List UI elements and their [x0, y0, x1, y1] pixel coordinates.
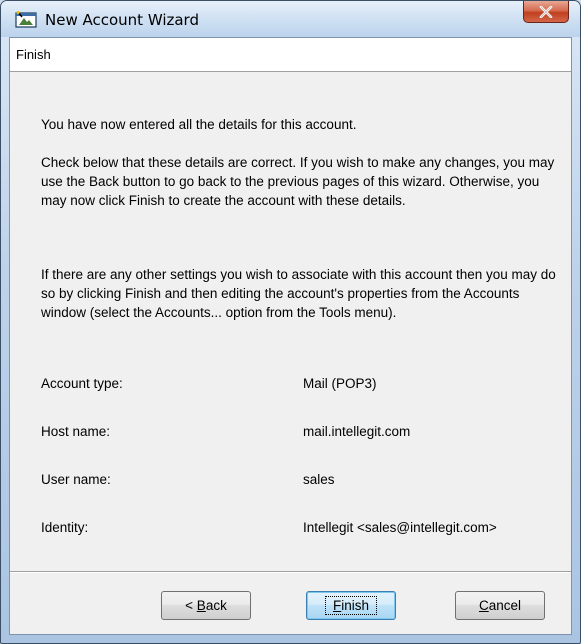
account-type-value: Mail (POP3) — [303, 376, 377, 391]
wizard-icon — [15, 11, 37, 29]
cancel-button-label: Cancel — [478, 598, 522, 613]
back-button[interactable]: < Back — [161, 591, 251, 620]
wizard-header: Finish — [10, 38, 571, 72]
wizard-window: New Account Wizard Finish You have now e… — [0, 0, 581, 644]
finish-button-label: Finish — [324, 596, 378, 615]
identity-value: Intellegit <sales@intellegit.com> — [303, 520, 497, 535]
finish-button[interactable]: Finish — [306, 591, 396, 620]
host-name-label: Host name: — [41, 424, 111, 439]
button-separator — [10, 571, 571, 573]
intro-text: You have now entered all the details for… — [41, 117, 357, 132]
close-button[interactable] — [523, 1, 569, 23]
title-bar[interactable]: New Account Wizard — [1, 1, 580, 37]
user-name-label: User name: — [41, 472, 111, 487]
dialog-client-area: Finish You have now entered all the deta… — [9, 37, 572, 635]
check-details-text: Check below that these details are corre… — [41, 155, 555, 208]
user-name-value: sales — [303, 472, 335, 487]
identity-label: Identity: — [41, 520, 89, 535]
cancel-button[interactable]: Cancel — [455, 591, 545, 620]
other-settings-text: If there are any other settings you wish… — [41, 267, 556, 320]
window-title: New Account Wizard — [45, 11, 199, 29]
account-type-label: Account type: — [41, 376, 123, 391]
host-name-value: mail.intellegit.com — [303, 424, 411, 439]
page-title: Finish — [16, 47, 51, 62]
close-icon — [539, 5, 553, 18]
back-button-label: < Back — [185, 598, 227, 613]
